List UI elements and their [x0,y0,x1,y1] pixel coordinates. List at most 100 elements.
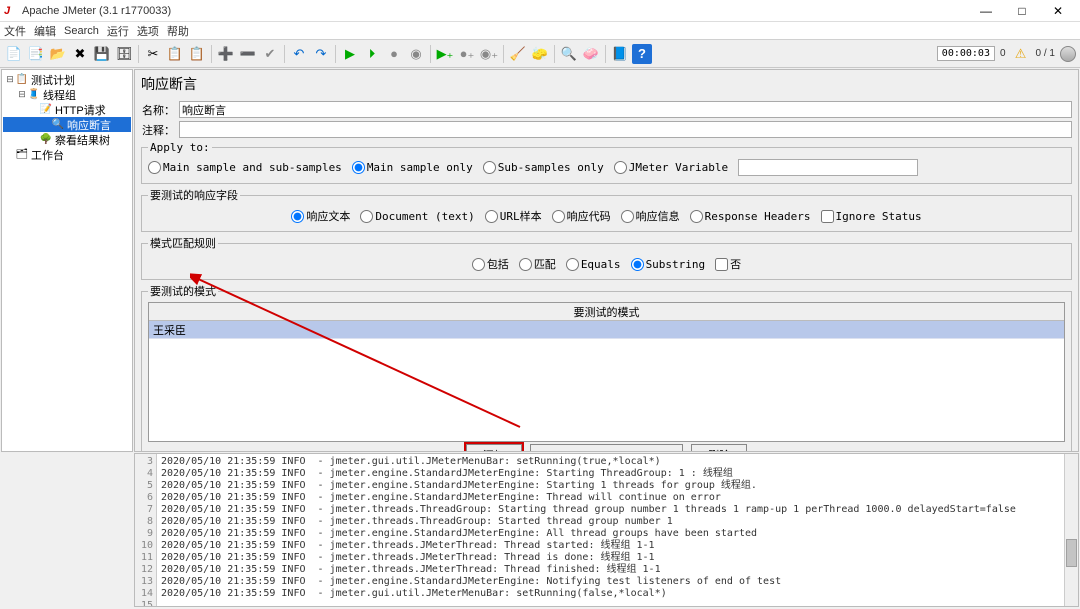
minimize-button[interactable]: — [968,1,1004,21]
matching-rule-option[interactable]: Substring [631,258,706,271]
response-field-radio[interactable] [621,210,634,223]
name-input[interactable] [179,101,1072,118]
response-field-radio[interactable] [291,210,304,223]
response-field-option[interactable]: URL样本 [485,208,542,224]
clear-all-icon[interactable]: 🧽 [530,44,550,64]
apply-to-radio[interactable] [483,161,496,174]
clear-icon[interactable]: 🧹 [508,44,528,64]
undo-icon[interactable]: ↶ [289,44,309,64]
matching-rule-radio[interactable] [519,258,532,271]
response-field-radio[interactable] [485,210,498,223]
tree-item[interactable]: 🔍响应断言 [3,117,131,132]
apply-to-radio[interactable] [352,161,365,174]
apply-to-label: Main sample only [367,161,473,174]
reset-search-icon[interactable]: 🧼 [581,44,601,64]
ignore-status-checkbox[interactable] [821,210,834,223]
tree-toggle-icon[interactable]: ⊟ [5,74,15,85]
response-field-label: 响应代码 [567,208,611,224]
cut-icon[interactable]: ✂ [143,44,163,64]
response-field-option[interactable]: 响应信息 [621,208,680,224]
matching-rule-radio[interactable] [631,258,644,271]
paste-icon[interactable]: 📋 [187,44,207,64]
collapse-icon[interactable]: ➖ [238,44,258,64]
matching-rule-option[interactable]: Equals [566,258,621,271]
log-content: 2020/05/10 21:35:59 INFO - jmeter.gui.ut… [161,456,1064,607]
copy-icon[interactable]: 📋 [165,44,185,64]
menu-options[interactable]: 选项 [137,23,159,39]
log-scrollbar[interactable] [1064,454,1078,606]
test-plan-tree[interactable]: ⊟📋测试计划⊟🧵线程组📝HTTP请求🔍响应断言🌳察看结果树🗂工作台 [1,69,133,452]
matching-rule-radio[interactable] [566,258,579,271]
help-icon[interactable]: ? [632,44,652,64]
response-field-option[interactable]: Document (text) [360,210,474,223]
tree-node-icon: 🧵 [27,89,41,101]
patterns-table[interactable]: 要测试的模式 王采臣 [148,302,1065,442]
add-pattern-button[interactable]: 添加 [466,444,522,452]
patterns-group: 要测试的模式 要测试的模式 王采臣 添加 Add from Clipboard … [141,283,1072,452]
ignore-status-label: Ignore Status [836,210,922,223]
jmeter-variable-input[interactable] [738,159,918,176]
tree-item[interactable]: 📝HTTP请求 [3,102,131,117]
ignore-status-option[interactable]: Ignore Status [821,210,922,223]
matching-rule-option[interactable]: 匹配 [519,256,556,272]
response-field-option[interactable]: Response Headers [690,210,811,223]
add-from-clipboard-button[interactable]: Add from Clipboard [530,444,683,452]
tree-item-label: 察看结果树 [55,132,110,148]
expand-icon[interactable]: ➕ [216,44,236,64]
shutdown-icon[interactable]: ◉ [406,44,426,64]
tree-item[interactable]: ⊟🧵线程组 [3,87,131,102]
patterns-header: 要测试的模式 [149,303,1064,321]
new-icon[interactable]: 📄 [4,44,24,64]
response-field-radio[interactable] [690,210,703,223]
tree-item[interactable]: 🗂工作台 [3,147,131,162]
response-field-option[interactable]: 响应代码 [552,208,611,224]
not-checkbox[interactable] [715,258,728,271]
menu-search[interactable]: Search [64,25,99,37]
tree-item[interactable]: 🌳察看结果树 [3,132,131,147]
log-line-gutter: 3456789101112131415 [135,454,157,606]
matching-rule-radio[interactable] [472,258,485,271]
menu-run[interactable]: 运行 [107,23,129,39]
save-as-icon[interactable]: 🗄 [114,44,134,64]
assertion-editor-panel: 响应断言 名称： 注释： Apply to: Main sample and s… [134,69,1079,452]
log-viewer[interactable]: 3456789101112131415 2020/05/10 21:35:59 … [134,453,1079,607]
delete-pattern-button[interactable]: 删除 [691,444,747,452]
apply-to-option[interactable]: JMeter Variable [614,161,728,174]
apply-to-radio[interactable] [148,161,161,174]
start-no-pause-icon[interactable]: ⏵ [362,44,382,64]
open-icon[interactable]: 📂 [48,44,68,64]
response-field-radio[interactable] [552,210,565,223]
apply-to-radio[interactable] [614,161,627,174]
start-icon[interactable]: ▶ [340,44,360,64]
menu-help[interactable]: 帮助 [167,23,189,39]
warning-icon[interactable]: ⚠ [1011,44,1031,64]
redo-icon[interactable]: ↷ [311,44,331,64]
remote-shutdown-icon[interactable]: ◉₊ [479,44,499,64]
toggle-icon[interactable]: ✔ [260,44,280,64]
remote-start-icon[interactable]: ▶₊ [435,44,455,64]
comment-input[interactable] [179,121,1072,138]
matching-rule-option[interactable]: 包括 [472,256,509,272]
tree-toggle-icon[interactable]: ⊟ [17,89,27,100]
maximize-button[interactable]: □ [1004,1,1040,21]
response-field-radio[interactable] [360,210,373,223]
pattern-row[interactable]: 王采臣 [149,321,1064,339]
tree-item[interactable]: ⊟📋测试计划 [3,72,131,87]
apply-to-option[interactable]: Main sample only [352,161,473,174]
save-icon[interactable]: 💾 [92,44,112,64]
close-window-button[interactable]: ✕ [1040,1,1076,21]
apply-to-option[interactable]: Sub-samples only [483,161,604,174]
response-field-option[interactable]: 响应文本 [291,208,350,224]
templates-icon[interactable]: 📑 [26,44,46,64]
stop-icon[interactable]: ● [384,44,404,64]
apply-to-option[interactable]: Main sample and sub-samples [148,161,342,174]
not-option[interactable]: 否 [715,256,741,272]
search-icon[interactable]: 🔍 [559,44,579,64]
response-field-group: 要测试的响应字段 响应文本Document (text)URL样本响应代码响应信… [141,187,1072,232]
menu-file[interactable]: 文件 [4,23,26,39]
close-icon[interactable]: ✖ [70,44,90,64]
scrollbar-thumb[interactable] [1066,539,1077,567]
function-helper-icon[interactable]: 📘 [610,44,630,64]
menu-edit[interactable]: 编辑 [34,23,56,39]
remote-stop-icon[interactable]: ●₊ [457,44,477,64]
